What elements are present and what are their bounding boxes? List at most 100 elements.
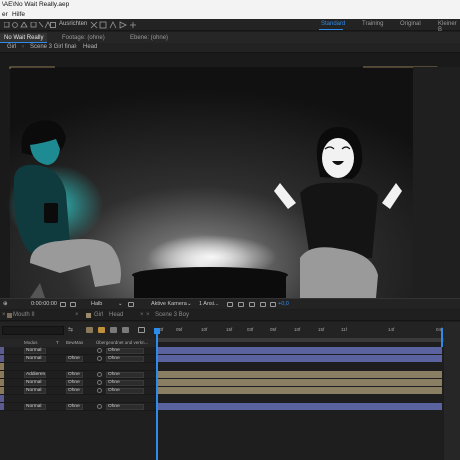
menu-item-help-prefix[interactable]: er bbox=[2, 10, 8, 19]
time-ruler[interactable]: 00f 05f 10f 15f 03f 05f 10f 15f 11f 14f … bbox=[156, 326, 460, 338]
track-matte-select[interactable]: Ohne bbox=[66, 372, 83, 378]
tab-layer[interactable]: Ebene: (ohne) bbox=[130, 33, 168, 43]
3d-view-icon[interactable] bbox=[260, 302, 266, 307]
layer-row[interactable]: Addieren Ohne Ohne bbox=[0, 371, 156, 379]
layer-row[interactable]: Normal Ohne Ohne bbox=[0, 379, 156, 387]
snap-checkbox[interactable] bbox=[50, 22, 56, 28]
snap-options-icons[interactable] bbox=[90, 21, 150, 29]
parent-select[interactable]: Ohne bbox=[106, 356, 144, 362]
comp-tab-mouth[interactable]: Mouth II bbox=[13, 312, 35, 318]
layer-row[interactable] bbox=[0, 363, 156, 371]
motion-blur-icon[interactable] bbox=[122, 327, 129, 333]
menu-item-help[interactable]: Hilfe bbox=[12, 10, 25, 19]
blend-mode-select[interactable]: Normal bbox=[24, 388, 46, 394]
menu-bar: er Hilfe bbox=[0, 10, 460, 19]
blend-mode-select[interactable]: Normal bbox=[24, 356, 46, 362]
work-area-bar[interactable] bbox=[156, 338, 444, 342]
region-of-interest-icon[interactable] bbox=[128, 302, 134, 307]
comp-tab-scene-3-boy[interactable]: Scene 3 Boy bbox=[155, 312, 189, 318]
resolution-select[interactable]: Halb bbox=[91, 301, 102, 307]
ruler-label: 05f bbox=[270, 327, 277, 332]
current-time-indicator[interactable] bbox=[156, 328, 158, 460]
column-mode[interactable]: Modus bbox=[24, 340, 38, 345]
layer-row[interactable] bbox=[0, 395, 156, 403]
layer-duration-bar[interactable] bbox=[156, 347, 442, 354]
close-icon[interactable]: × bbox=[75, 312, 79, 318]
layer-label-color[interactable] bbox=[0, 371, 4, 378]
parent-pick-whip-icon[interactable] bbox=[97, 404, 102, 409]
track-matte-select[interactable]: Ohne bbox=[66, 404, 83, 410]
blend-mode-select[interactable]: Addieren bbox=[24, 372, 46, 378]
parent-pick-whip-icon[interactable] bbox=[97, 388, 102, 393]
layer-duration-bar[interactable] bbox=[156, 355, 442, 362]
current-time-indicator-head[interactable] bbox=[154, 328, 160, 334]
parent-pick-whip-icon[interactable] bbox=[97, 356, 102, 361]
layer-row[interactable]: Normal Ohne bbox=[0, 347, 156, 355]
camera-select[interactable]: Aktive Kamera bbox=[151, 301, 187, 307]
toggle-pixel-aspect-icon[interactable] bbox=[227, 302, 233, 307]
fast-previews-icon[interactable] bbox=[238, 302, 244, 307]
blend-mode-select[interactable]: Normal bbox=[24, 380, 46, 386]
close-icon[interactable]: × bbox=[2, 312, 6, 318]
tab-footage[interactable]: Footage: (ohne) bbox=[62, 33, 105, 43]
reset-exposure-icon[interactable] bbox=[270, 302, 276, 307]
workspace-original[interactable]: Original bbox=[400, 21, 421, 27]
track-matte-select[interactable]: Ohne bbox=[66, 380, 83, 386]
toolbar: Ausrichten Standard Training Original Kl… bbox=[0, 19, 460, 33]
parent-select[interactable]: Ohne bbox=[106, 388, 144, 394]
workspace-training[interactable]: Training bbox=[362, 21, 383, 27]
track-matte-select[interactable]: Ohne bbox=[66, 388, 83, 394]
transparency-grid-icon[interactable] bbox=[249, 302, 255, 307]
layer-row[interactable]: Normal Ohne Ohne bbox=[0, 403, 156, 411]
layer-label-color[interactable] bbox=[0, 403, 4, 410]
layer-label-color[interactable] bbox=[0, 387, 4, 394]
parent-select[interactable]: Ohne bbox=[106, 380, 144, 386]
blend-mode-select[interactable]: Normal bbox=[24, 348, 46, 354]
layer-label-color[interactable] bbox=[0, 347, 4, 354]
workspace-standard[interactable]: Standard bbox=[321, 21, 345, 27]
views-select[interactable]: 1 Ansi... bbox=[199, 301, 219, 307]
column-t[interactable]: T bbox=[56, 340, 59, 345]
comp-tab-girl[interactable]: Girl bbox=[94, 312, 103, 318]
parent-select[interactable]: Ohne bbox=[106, 404, 144, 410]
breadcrumb-item-head[interactable]: Head bbox=[83, 44, 97, 50]
layer-label-color[interactable] bbox=[0, 379, 4, 386]
work-area-end-marker[interactable] bbox=[441, 328, 443, 347]
parent-select[interactable]: Ohne bbox=[106, 348, 144, 354]
composition-viewer[interactable] bbox=[0, 53, 460, 298]
layer-search-input[interactable] bbox=[2, 326, 64, 335]
magnification-icon[interactable]: ⊕ bbox=[3, 301, 8, 307]
show-channel-icon[interactable] bbox=[70, 302, 76, 307]
layer-label-color[interactable] bbox=[0, 355, 4, 362]
layer-row[interactable]: Normal Ohne Ohne bbox=[0, 355, 156, 363]
parent-pick-whip-icon[interactable] bbox=[97, 372, 102, 377]
draft-3d-icon[interactable]: ⇆ bbox=[68, 326, 73, 333]
layer-duration-bar[interactable] bbox=[156, 379, 442, 386]
layer-label-color[interactable] bbox=[0, 395, 4, 402]
layer-label-color[interactable] bbox=[0, 363, 4, 370]
frame-blending-icon[interactable] bbox=[110, 327, 117, 333]
comp-mini-flowchart-icon[interactable] bbox=[86, 327, 93, 333]
blend-mode-select[interactable]: Normal bbox=[24, 404, 46, 410]
current-time[interactable]: 0:00:00:00 bbox=[31, 301, 57, 307]
column-trkmat[interactable]: BewMas bbox=[66, 340, 83, 345]
layer-duration-bar[interactable] bbox=[156, 371, 442, 378]
snapshot-icon[interactable] bbox=[60, 302, 66, 307]
exposure-value[interactable]: +0,0 bbox=[278, 301, 289, 307]
tab-composition[interactable]: No Wait Really bbox=[0, 33, 48, 43]
parent-pick-whip-icon[interactable] bbox=[97, 348, 102, 353]
tools-icon-strip[interactable] bbox=[3, 21, 44, 28]
track-matte-select[interactable]: Ohne bbox=[66, 356, 83, 362]
layer-duration-bar[interactable] bbox=[156, 403, 442, 410]
parent-select[interactable]: Ohne bbox=[106, 372, 144, 378]
layer-row[interactable]: Normal Ohne Ohne bbox=[0, 387, 156, 395]
layer-duration-bar[interactable] bbox=[156, 387, 442, 394]
column-parent[interactable]: Übergeordnet und verkn... bbox=[96, 340, 148, 345]
close-icon[interactable]: × bbox=[146, 312, 150, 318]
breadcrumb-item-girl[interactable]: Girl bbox=[7, 44, 16, 50]
shy-layers-icon[interactable] bbox=[98, 327, 105, 333]
parent-pick-whip-icon[interactable] bbox=[97, 380, 102, 385]
graph-editor-icon[interactable] bbox=[138, 327, 145, 333]
close-icon[interactable]: × bbox=[140, 312, 144, 318]
breadcrumb-item-scene[interactable]: Scene 3 Girl final bbox=[30, 44, 76, 50]
